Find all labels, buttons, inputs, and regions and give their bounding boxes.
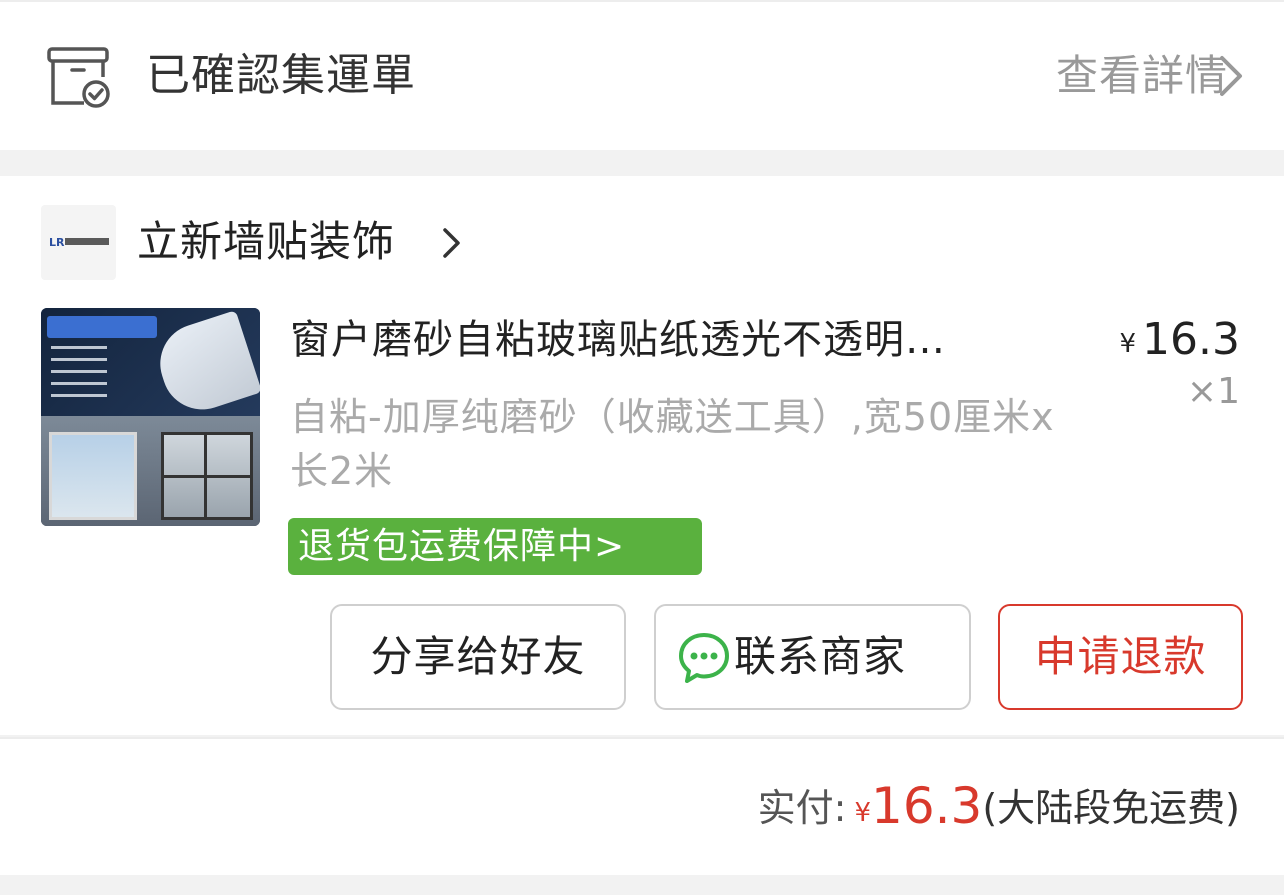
contact-seller-button[interactable]: 联系商家 — [654, 604, 971, 710]
shop-logo[interactable]: LR — [41, 205, 116, 280]
return-shipping-badge[interactable]: 退货包运费保障中> — [288, 518, 702, 575]
price-value: 16.3 — [1142, 314, 1240, 365]
price-currency: ¥ — [1119, 329, 1137, 359]
product-price: ¥16.3 — [1119, 314, 1240, 370]
product-image-badge — [47, 316, 157, 338]
product-image-window-frosted — [161, 432, 253, 520]
share-button[interactable]: 分享给好友 — [330, 604, 626, 710]
order-card: LR 立新墙贴装饰 窗户磨砂自粘玻璃贴纸透光不透明… 自粘-加厚纯磨砂（收藏送工… — [0, 176, 1284, 735]
view-details-link[interactable]: 查看詳情 — [1056, 48, 1228, 104]
paid-currency: ¥ — [854, 798, 872, 828]
shop-logo-wordmark — [65, 238, 109, 245]
product-image-window-clear — [49, 432, 137, 520]
package-check-icon — [47, 47, 110, 108]
chat-bubble-icon — [679, 633, 729, 683]
shop-logo-text: LR — [49, 236, 65, 249]
bottom-divider — [0, 875, 1284, 895]
contact-seller-label: 联系商家 — [734, 632, 907, 681]
shipment-status-title: 已確認集運單 — [146, 50, 416, 101]
request-refund-button[interactable]: 申请退款 — [998, 604, 1243, 710]
shop-name[interactable]: 立新墙贴装饰 — [137, 214, 395, 270]
shipment-status-card[interactable]: 已確認集運單 查看詳情 — [0, 2, 1284, 150]
chevron-right-icon[interactable] — [1216, 54, 1246, 98]
product-quantity: ×1 — [1186, 371, 1240, 412]
chevron-right-icon[interactable] — [440, 226, 464, 260]
payment-total-row: 实付: ¥16.3(大陆段免运费) — [0, 737, 1284, 875]
paid-label: 实付: — [757, 786, 847, 830]
shipping-note: (大陆段免运费) — [982, 786, 1240, 830]
paid-amount: 16.3 — [871, 777, 983, 835]
product-spec: 自粘-加厚纯磨砂（收藏送工具）,宽50厘米x长2米 — [290, 395, 1055, 493]
product-title[interactable]: 窗户磨砂自粘玻璃贴纸透光不透明… — [290, 314, 1062, 366]
product-image-bullets — [51, 346, 107, 404]
product-image[interactable] — [41, 308, 260, 526]
paid-total: 实付: ¥16.3(大陆段免运费) — [758, 779, 1240, 840]
